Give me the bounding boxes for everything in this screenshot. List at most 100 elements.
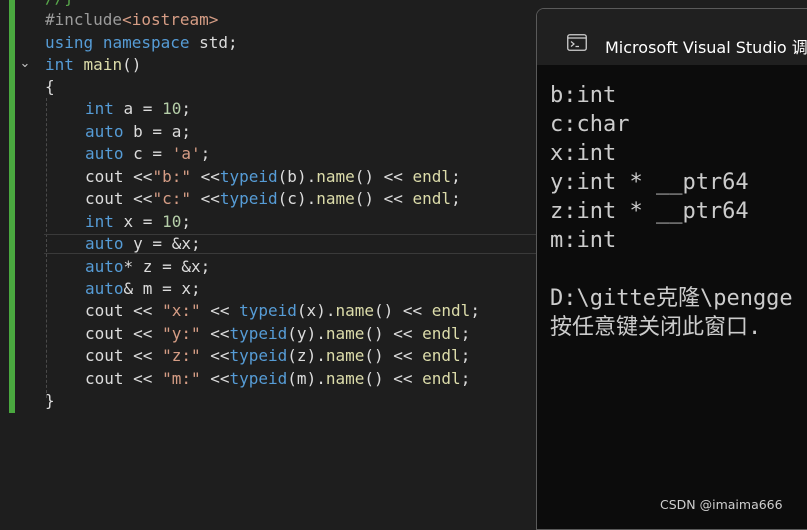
code-token: << — [200, 369, 230, 388]
code-token: name — [316, 189, 355, 208]
code-token: auto — [85, 144, 124, 163]
code-line[interactable]: cout << "z:" <<typeid(z).name() << endl; — [85, 345, 470, 368]
code-token: (x). — [296, 301, 336, 320]
code-line[interactable]: { — [45, 76, 55, 99]
console-title: Microsoft Visual Studio 调 — [605, 38, 807, 57]
console-titlebar[interactable]: Microsoft Visual Studio 调 — [537, 9, 807, 65]
console-window[interactable]: Microsoft Visual Studio 调 b:int c:char x:i… — [536, 8, 807, 530]
code-token: cout << — [85, 324, 163, 343]
code-line[interactable]: cout << "x:" << typeid(x).name() << endl… — [85, 300, 480, 323]
code-token: auto — [85, 257, 124, 276]
code-line[interactable]: auto c = 'a'; — [85, 143, 210, 166]
code-token: << — [200, 346, 230, 365]
chevron-down-icon[interactable]: ⌄ — [18, 57, 32, 71]
code-line[interactable]: int x = 10; — [85, 211, 191, 234]
code-token: (z). — [287, 346, 326, 365]
code-line[interactable]: int main() — [45, 54, 141, 77]
code-token: 10 — [162, 99, 182, 118]
code-line[interactable]: } — [45, 390, 55, 413]
code-token: namespace — [102, 33, 190, 52]
console-output-line: D:\gitte克隆\pengge — [550, 286, 793, 311]
code-token: cout << — [85, 301, 163, 320]
code-token: <iostream> — [122, 10, 219, 29]
code-token: typeid — [229, 324, 288, 343]
code-token: ; — [460, 346, 471, 365]
console-output-line: c:char — [550, 112, 630, 137]
code-line[interactable]: cout << "y:" <<typeid(y).name() << endl; — [85, 323, 470, 346]
console-output-line: y:int * __ptr64 — [550, 170, 749, 195]
code-token: << — [200, 301, 240, 320]
code-token: b = a; — [123, 122, 191, 141]
code-token: auto — [85, 279, 124, 298]
code-token: typeid — [239, 301, 297, 320]
console-output-line: m:int — [550, 228, 617, 253]
code-token: "x:" — [162, 301, 201, 320]
code-token: * z = &x; — [123, 257, 211, 276]
code-token: endl — [431, 301, 471, 320]
change-indicator-bar — [9, 0, 15, 413]
code-token: endl — [422, 324, 461, 343]
code-token: int — [45, 55, 74, 74]
code-token: 'a' — [171, 144, 201, 163]
code-line[interactable]: auto y = &x; — [85, 233, 201, 256]
code-token: { — [45, 77, 55, 96]
code-token: (c). — [277, 189, 317, 208]
code-token: cout << — [85, 189, 153, 208]
code-token: ; — [460, 324, 471, 343]
code-token: typeid — [229, 369, 288, 388]
code-token: ; — [460, 369, 471, 388]
code-token: ; — [181, 99, 191, 118]
code-token: y = &x; — [123, 234, 201, 253]
code-line[interactable]: int a = 10; — [85, 98, 191, 121]
code-line[interactable]: auto* z = &x; — [85, 256, 210, 279]
code-token: ; — [200, 144, 211, 163]
code-token: int — [85, 212, 114, 231]
code-token: 10 — [162, 212, 182, 231]
code-token: endl — [422, 346, 461, 365]
code-token: //} — [45, 0, 74, 7]
code-token: ; — [181, 212, 191, 231]
code-token: () << — [354, 189, 413, 208]
code-line[interactable]: auto b = a; — [85, 121, 191, 144]
code-token: endl — [412, 189, 452, 208]
code-token: "z:" — [162, 346, 201, 365]
code-token: name — [335, 301, 374, 320]
code-token: a = — [113, 99, 163, 118]
code-token: "y:" — [162, 324, 201, 343]
console-output-line: z:int * __ptr64 — [550, 199, 749, 224]
code-line[interactable]: cout << "m:" <<typeid(m).name() << endl; — [85, 368, 470, 391]
code-token: cout << — [85, 369, 163, 388]
code-token: & m = x; — [123, 279, 201, 298]
console-output-line: x:int — [550, 141, 617, 166]
code-token: auto — [85, 122, 124, 141]
code-token: endl — [422, 369, 461, 388]
code-token: typeid — [229, 346, 288, 365]
code-token: int — [85, 99, 114, 118]
code-token: << — [190, 167, 220, 186]
code-token: () << — [373, 301, 432, 320]
watermark: CSDN @imaima666 — [660, 497, 783, 512]
code-line[interactable]: cout <<"c:" <<typeid(c).name() << endl; — [85, 188, 461, 211]
code-token: main — [83, 55, 123, 74]
code-line[interactable]: #include<iostream> — [45, 9, 218, 32]
code-token: typeid — [219, 189, 278, 208]
code-line[interactable]: cout <<"b:" <<typeid(b).name() << endl; — [85, 166, 461, 189]
code-token: () << — [354, 167, 413, 186]
code-token: } — [45, 391, 55, 410]
code-token: () << — [364, 324, 423, 343]
code-token: name — [325, 369, 365, 388]
code-token: c = — [123, 144, 172, 163]
code-line[interactable]: using namespace std; — [45, 32, 238, 55]
code-token: name — [325, 346, 365, 365]
code-token: "c:" — [152, 189, 191, 208]
code-token: "m:" — [162, 369, 201, 388]
code-token: () — [122, 55, 142, 74]
terminal-icon — [567, 34, 587, 51]
code-token: ; — [470, 301, 480, 320]
code-token: using — [45, 33, 94, 52]
code-line[interactable]: auto& m = x; — [85, 278, 201, 301]
console-output-line: 按任意键关闭此窗口. — [550, 315, 762, 340]
code-token: (m). — [287, 369, 326, 388]
code-token: () << — [364, 346, 423, 365]
